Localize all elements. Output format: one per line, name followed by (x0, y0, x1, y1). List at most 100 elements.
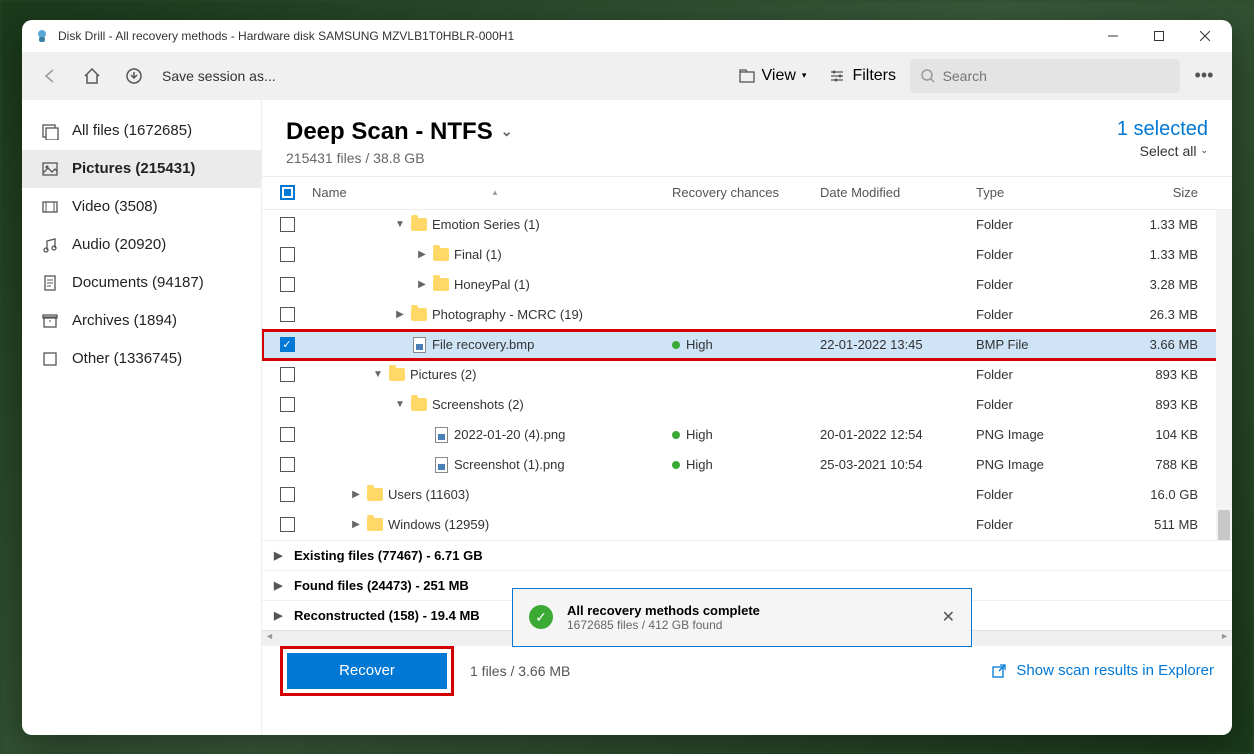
filters-button[interactable]: Filters (820, 67, 904, 85)
file-row[interactable]: ▶HoneyPal (1)Folder3.28 MB (262, 270, 1232, 300)
row-checkbox[interactable] (280, 307, 295, 322)
close-button[interactable] (1182, 20, 1228, 52)
row-checkbox[interactable] (280, 427, 295, 442)
notification-toast: ✓ All recovery methods complete 1672685 … (512, 588, 972, 647)
file-row[interactable]: ▼Pictures (2)Folder893 KB (262, 360, 1232, 390)
scan-subtitle: 215431 files / 38.8 GB (286, 150, 1117, 166)
row-checkbox[interactable] (280, 277, 295, 292)
expand-icon[interactable]: ▶ (350, 489, 362, 500)
sidebar-item-audio[interactable]: Audio (20920) (22, 226, 261, 264)
row-checkbox[interactable] (280, 217, 295, 232)
notification-close-button[interactable]: ✕ (942, 607, 955, 627)
status-dot-icon (672, 431, 680, 439)
file-row[interactable]: Screenshot (1).pngHigh25-03-2021 10:54PN… (262, 450, 1232, 480)
chevron-down-icon: ▾ (802, 70, 807, 81)
home-button[interactable] (74, 58, 110, 94)
file-icon (413, 337, 426, 353)
folder-icon (433, 248, 449, 261)
expand-icon[interactable]: ▶ (394, 309, 406, 320)
sidebar-item-archives[interactable]: Archives (1894) (22, 302, 261, 340)
search-box[interactable] (910, 59, 1180, 93)
save-session-button[interactable] (116, 58, 152, 94)
recovery-chance: High (686, 337, 713, 352)
expand-icon[interactable]: ▶ (274, 579, 286, 592)
file-size: 104 KB (1116, 427, 1216, 442)
col-type[interactable]: Type (976, 185, 1116, 200)
file-name: Users (11603) (388, 487, 469, 502)
col-date[interactable]: Date Modified (820, 185, 976, 200)
minimize-button[interactable] (1090, 20, 1136, 52)
main-header: Deep Scan - NTFS ⌄ 215431 files / 38.8 G… (262, 100, 1232, 176)
file-row[interactable]: ▼Emotion Series (1)Folder1.33 MB (262, 210, 1232, 240)
col-size[interactable]: Size (1116, 185, 1216, 200)
sidebar-item-video[interactable]: Video (3508) (22, 188, 261, 226)
file-size: 3.66 MB (1116, 337, 1216, 352)
file-row[interactable]: ▶Photography - MCRC (19)Folder26.3 MB (262, 300, 1232, 330)
row-checkbox[interactable] (280, 397, 295, 412)
expand-icon[interactable]: ▼ (394, 219, 406, 230)
file-row[interactable]: ▶Final (1)Folder1.33 MB (262, 240, 1232, 270)
file-type: PNG Image (976, 427, 1116, 442)
sidebar-item-documents[interactable]: Documents (94187) (22, 264, 261, 302)
file-size: 1.33 MB (1116, 217, 1216, 232)
file-row[interactable]: 2022-01-20 (4).pngHigh20-01-2022 12:54PN… (262, 420, 1232, 450)
file-type: PNG Image (976, 457, 1116, 472)
file-name: Screenshots (2) (432, 397, 524, 412)
group-row[interactable]: ▶Existing files (77467) - 6.71 GB (262, 540, 1232, 570)
col-name[interactable]: Name▴ (304, 185, 672, 200)
row-checkbox[interactable] (280, 367, 295, 382)
status-dot-icon (672, 341, 680, 349)
maximize-button[interactable] (1136, 20, 1182, 52)
file-size: 893 KB (1116, 367, 1216, 382)
expand-icon[interactable]: ▼ (372, 369, 384, 380)
search-input[interactable] (943, 68, 1170, 84)
group-label: Reconstructed (158) - 19.4 MB (294, 608, 480, 623)
col-recovery[interactable]: Recovery chances (672, 185, 820, 200)
row-checkbox[interactable] (280, 247, 295, 262)
show-in-explorer-link[interactable]: Show scan results in Explorer (990, 662, 1214, 680)
sidebar: All files (1672685) Pictures (215431) Vi… (22, 100, 262, 735)
sort-indicator-icon: ▴ (493, 187, 498, 198)
expand-icon[interactable]: ▶ (416, 279, 428, 290)
scan-title[interactable]: Deep Scan - NTFS ⌄ (286, 118, 1117, 146)
sidebar-item-other[interactable]: Other (1336745) (22, 340, 261, 378)
expand-icon[interactable]: ▶ (416, 249, 428, 260)
file-icon (435, 457, 448, 473)
file-row[interactable]: ▶Windows (12959)Folder511 MB (262, 510, 1232, 540)
file-icon (435, 427, 448, 443)
status-dot-icon (672, 461, 680, 469)
back-button[interactable] (32, 58, 68, 94)
more-button[interactable]: ••• (1186, 58, 1222, 94)
file-name: Photography - MCRC (19) (432, 307, 583, 322)
file-type: Folder (976, 277, 1116, 292)
chevron-down-icon: ⌄ (501, 123, 513, 140)
success-icon: ✓ (529, 605, 553, 629)
file-row[interactable]: ▼Screenshots (2)Folder893 KB (262, 390, 1232, 420)
row-checkbox[interactable]: ✓ (280, 337, 295, 352)
footer: Recover 1 files / 3.66 MB Show scan resu… (262, 646, 1232, 696)
view-dropdown[interactable]: View ▾ (730, 67, 815, 85)
titlebar: Disk Drill - All recovery methods - Hard… (22, 20, 1232, 52)
file-type: Folder (976, 517, 1116, 532)
vertical-scrollbar[interactable] (1216, 210, 1232, 540)
header-checkbox[interactable] (270, 185, 304, 200)
row-checkbox[interactable] (280, 487, 295, 502)
file-name: Screenshot (1).png (454, 457, 565, 472)
expand-icon[interactable]: ▼ (394, 399, 406, 410)
expand-icon[interactable]: ▶ (274, 609, 286, 622)
recover-button[interactable]: Recover (287, 653, 447, 689)
sidebar-item-all[interactable]: All files (1672685) (22, 112, 261, 150)
app-window: Disk Drill - All recovery methods - Hard… (22, 20, 1232, 735)
file-name: Windows (12959) (388, 517, 489, 532)
file-size: 1.33 MB (1116, 247, 1216, 262)
file-row[interactable]: ▶Users (11603)Folder16.0 GB (262, 480, 1232, 510)
sidebar-item-pictures[interactable]: Pictures (215431) (22, 150, 261, 188)
select-all-button[interactable]: Select all ⌄ (1117, 143, 1208, 159)
expand-icon[interactable]: ▶ (350, 519, 362, 530)
row-checkbox[interactable] (280, 517, 295, 532)
window-title: Disk Drill - All recovery methods - Hard… (58, 29, 1090, 43)
expand-icon[interactable]: ▶ (274, 549, 286, 562)
row-checkbox[interactable] (280, 457, 295, 472)
chevron-down-icon: ⌄ (1200, 145, 1208, 156)
file-row[interactable]: ✓File recovery.bmpHigh22-01-2022 13:45BM… (262, 330, 1232, 360)
